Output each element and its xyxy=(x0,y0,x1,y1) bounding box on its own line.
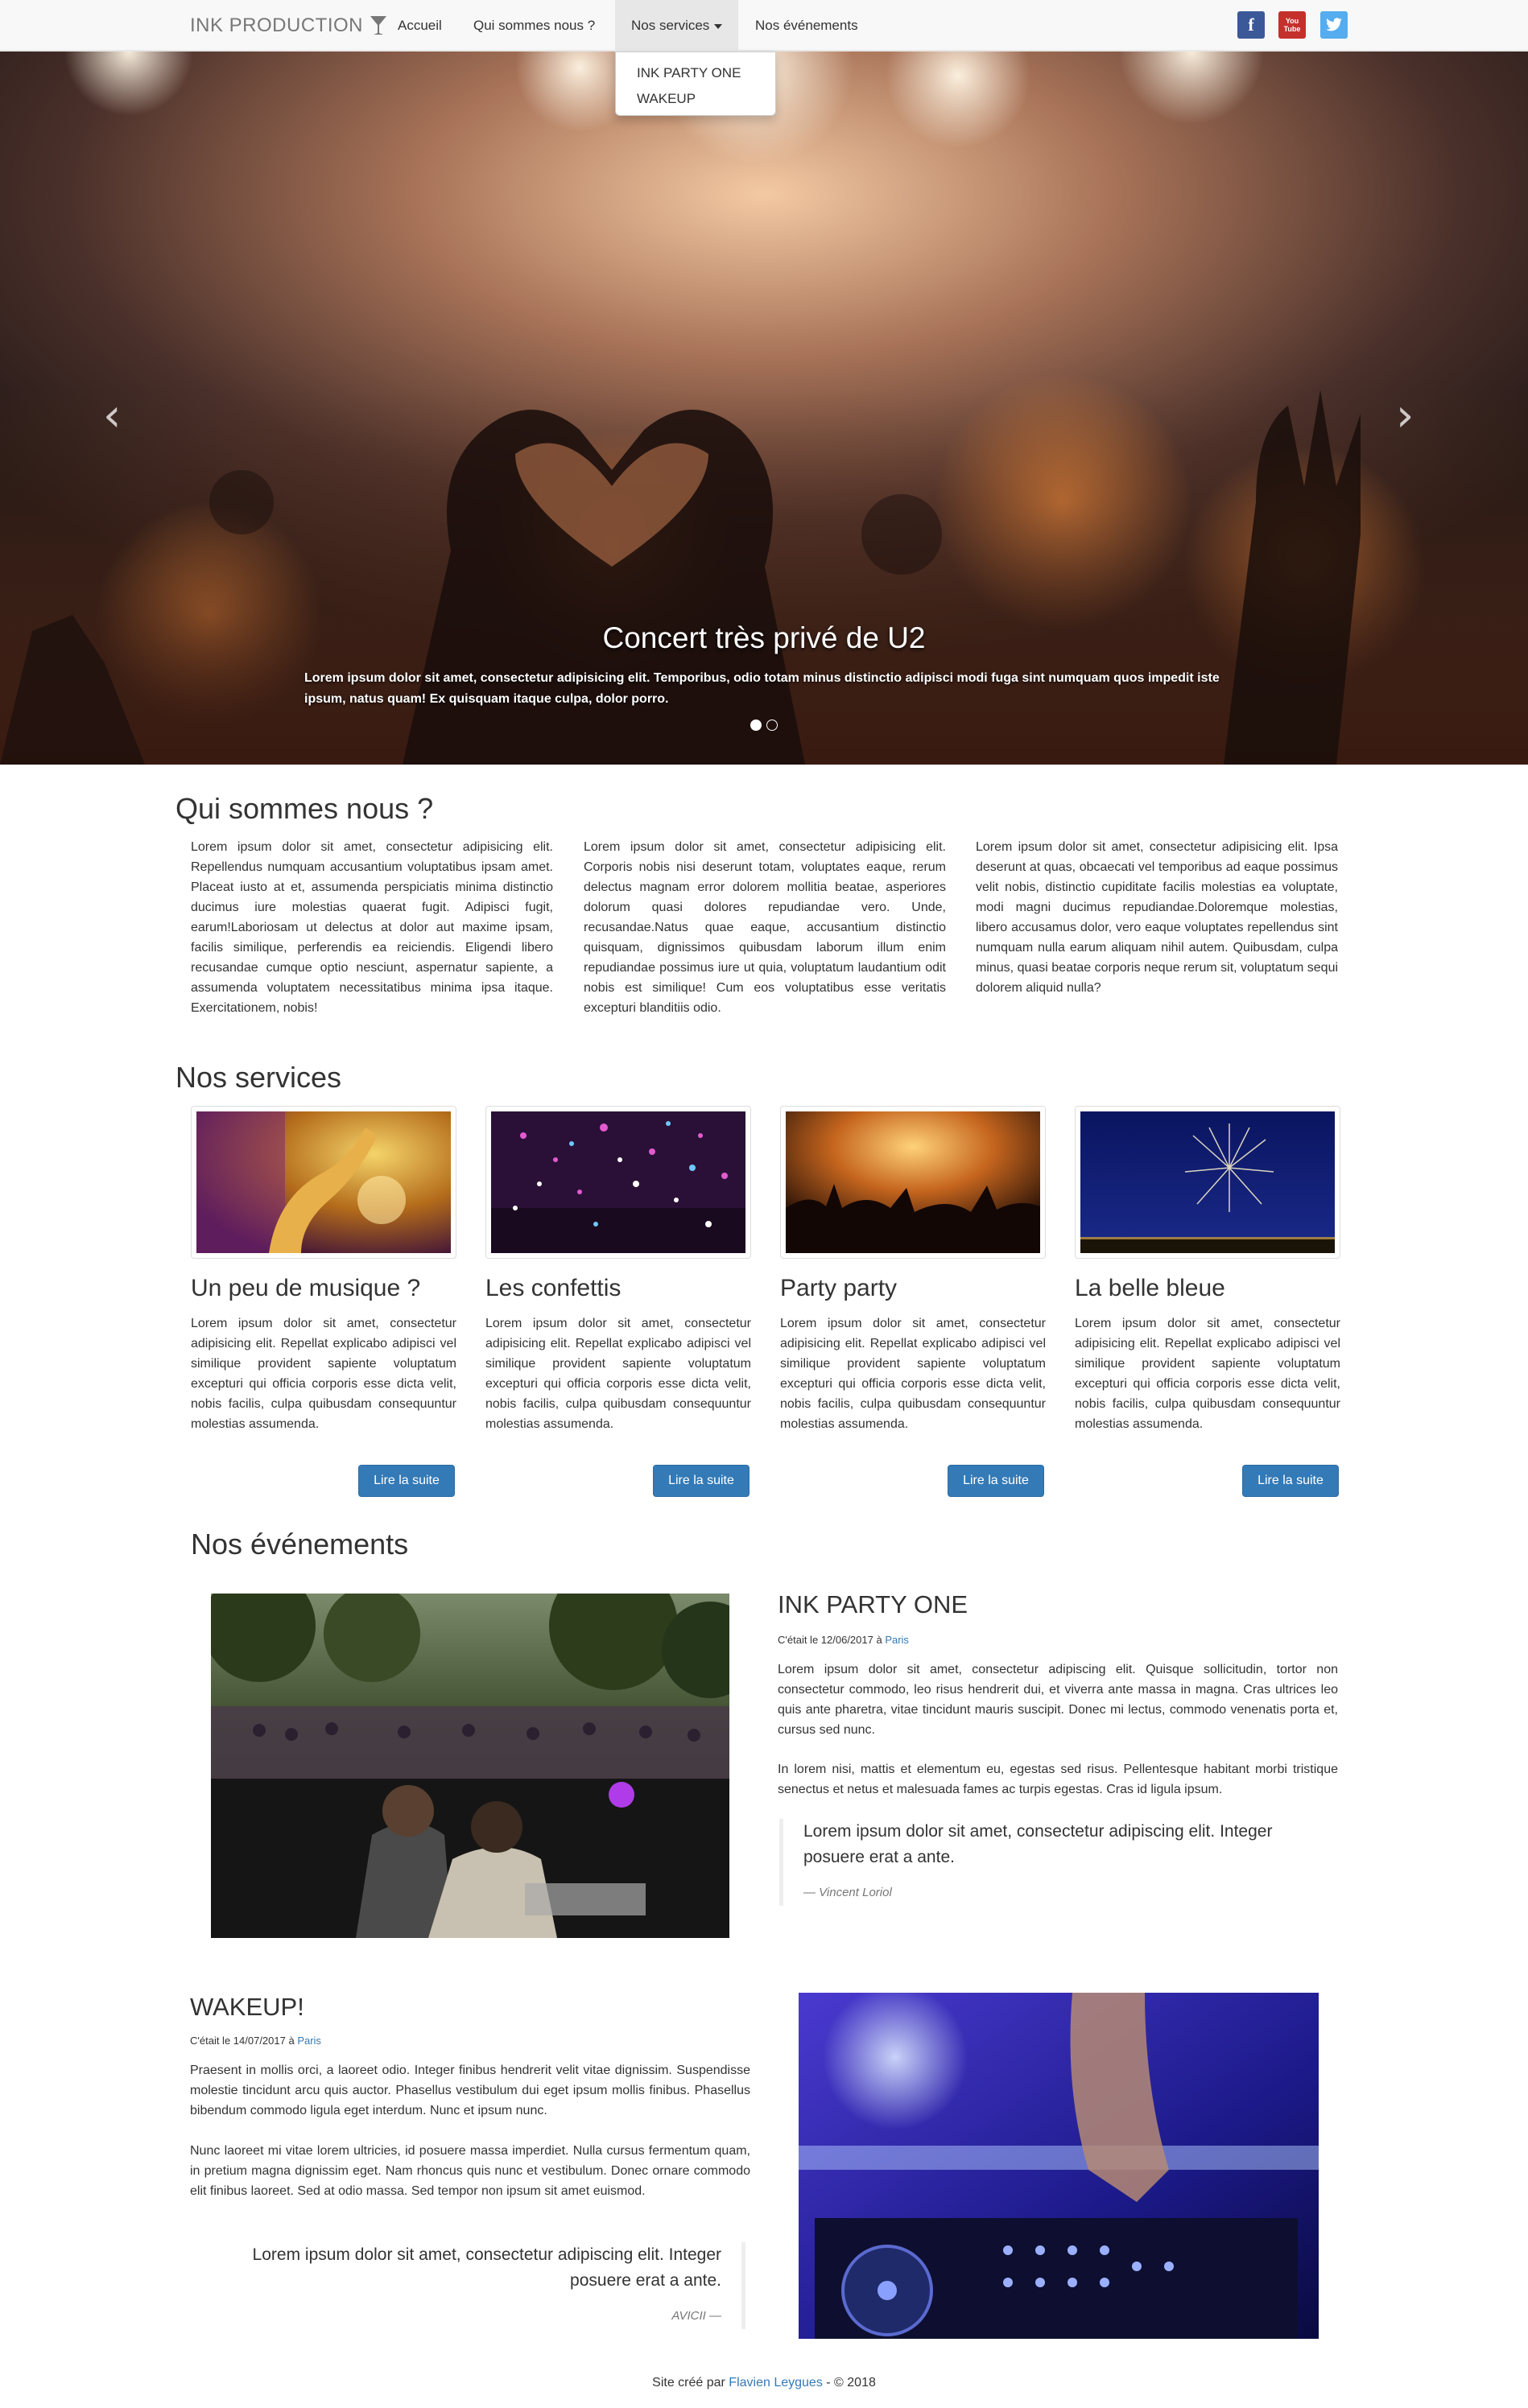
event-date-text: C'était le 14/07/2017 à xyxy=(190,2035,298,2047)
read-more-button-confettis[interactable]: Lire la suite xyxy=(653,1465,750,1497)
fireworks-image xyxy=(1080,1111,1335,1253)
saxophone-image xyxy=(196,1111,451,1253)
read-more-button-party[interactable]: Lire la suite xyxy=(948,1465,1044,1497)
facebook-icon[interactable]: f xyxy=(1237,11,1265,39)
service-title-confettis: Les confettis xyxy=(485,1275,622,1301)
services-dropdown-menu: INK PARTY ONE WAKEUP xyxy=(615,52,776,116)
event-paragraph-2: In lorem nisi, mattis et elementum eu, e… xyxy=(778,1763,1338,1796)
events-title: Nos événements xyxy=(191,1528,409,1561)
event-place-link[interactable]: Paris xyxy=(885,1634,909,1646)
nav-nos-services[interactable]: Nos services xyxy=(615,0,739,52)
footer-author-link[interactable]: Flavien Leygues xyxy=(729,2376,823,2389)
event-date-ink-party-one: C'était le 12/06/2017 à Paris xyxy=(778,1634,909,1646)
nav-nos-evenements[interactable]: Nos événements xyxy=(739,0,874,52)
service-thumbnail-party xyxy=(780,1106,1046,1259)
service-text-belle-bleue: Lorem ipsum dolor sit amet, consectetur … xyxy=(1075,1317,1340,1431)
event-title-wakeup: WAKEUP! xyxy=(190,1993,304,2021)
wakeup-dj-image xyxy=(799,1993,1319,2339)
event-paragraph-1: Lorem ipsum dolor sit amet, consectetur … xyxy=(778,1663,1338,1737)
about-column-2: Lorem ipsum dolor sit amet, consectetur … xyxy=(584,840,946,1015)
twitter-bird-icon xyxy=(1326,18,1342,31)
service-title-belle-bleue: La belle bleue xyxy=(1075,1275,1225,1301)
service-thumbnail-musique xyxy=(191,1106,456,1259)
quote-text: Lorem ipsum dolor sit amet, consectetur … xyxy=(252,2245,721,2290)
navbar: INK PRODUCTION Accueil Qui sommes nous ?… xyxy=(0,0,1528,52)
nav-qui-sommes-nous[interactable]: Qui sommes nous ? xyxy=(457,0,611,52)
carousel-indicator-2[interactable] xyxy=(766,720,778,731)
party-crowd-image xyxy=(786,1111,1040,1253)
event-date-text: C'était le 12/06/2017 à xyxy=(778,1634,886,1646)
caret-down-icon xyxy=(714,23,723,29)
event-date-wakeup: C'était le 14/07/2017 à Paris xyxy=(190,2035,321,2047)
dropdown-item-ink-party-one[interactable]: INK PARTY ONE xyxy=(616,60,775,86)
carousel-caption-text: Lorem ipsum dolor sit amet, consectetur … xyxy=(304,671,1220,706)
nav-accueil[interactable]: Accueil xyxy=(382,0,458,52)
quote-author: — Vincent Loriol xyxy=(803,1886,892,1899)
ink-party-one-image xyxy=(211,1594,729,1938)
event-paragraph-2: Nunc laoreet mi vitae lorem ultricies, i… xyxy=(190,2144,750,2198)
event-place-link[interactable]: Paris xyxy=(297,2035,321,2047)
carousel-indicators xyxy=(750,720,778,731)
about-title: Qui sommes nous ? xyxy=(176,792,434,825)
read-more-button-musique[interactable]: Lire la suite xyxy=(358,1465,455,1497)
event-title-ink-party-one: INK PARTY ONE xyxy=(778,1590,968,1618)
service-title-party: Party party xyxy=(780,1275,898,1301)
about-column-3: Lorem ipsum dolor sit amet, consectetur … xyxy=(976,840,1339,995)
event-quote-wakeup: Lorem ipsum dolor sit amet, consectetur … xyxy=(190,2242,745,2329)
footer-prefix: Site créé par xyxy=(652,2376,729,2389)
quote-text: Lorem ipsum dolor sit amet, consectetur … xyxy=(803,1822,1273,1866)
carousel-next-icon[interactable]: › xyxy=(1396,390,1414,442)
service-thumbnail-belle-bleue xyxy=(1075,1106,1340,1259)
youtube-icon[interactable]: You Tube xyxy=(1278,11,1306,39)
read-more-button-belle-bleue[interactable]: Lire la suite xyxy=(1242,1465,1339,1497)
footer: Site créé par Flavien Leygues - © 2018 xyxy=(0,2376,1528,2390)
service-text-party: Lorem ipsum dolor sit amet, consectetur … xyxy=(780,1317,1046,1431)
service-text-musique: Lorem ipsum dolor sit amet, consectetur … xyxy=(191,1317,456,1431)
service-text-confettis: Lorem ipsum dolor sit amet, consectetur … xyxy=(485,1317,751,1431)
carousel-indicator-1[interactable] xyxy=(750,720,762,731)
event-paragraph-1: Praesent in mollis orci, a laoreet odio.… xyxy=(190,2064,750,2117)
quote-author: AVICII — xyxy=(671,2309,721,2323)
carousel-prev-icon[interactable]: ‹ xyxy=(103,390,121,442)
brand-name[interactable]: INK PRODUCTION xyxy=(190,14,363,37)
service-title-musique: Un peu de musique ? xyxy=(191,1275,421,1301)
event-quote-ink-party-one: Lorem ipsum dolor sit amet, consectetur … xyxy=(779,1819,1335,1906)
confetti-image xyxy=(491,1111,745,1253)
hero-carousel: ‹ › Concert très privé de U2 Lorem ipsum… xyxy=(0,52,1528,765)
carousel-caption-title: Concert très privé de U2 xyxy=(602,621,926,654)
service-thumbnail-confettis xyxy=(485,1106,751,1259)
dropdown-item-wakeup[interactable]: WAKEUP xyxy=(616,86,775,112)
footer-suffix: - © 2018 xyxy=(822,2376,876,2389)
twitter-icon[interactable] xyxy=(1320,11,1348,39)
brand[interactable]: INK PRODUCTION xyxy=(190,14,387,37)
about-column-1: Lorem ipsum dolor sit amet, consectetur … xyxy=(191,840,553,1015)
services-title: Nos services xyxy=(176,1061,342,1094)
nav-nos-services-label[interactable]: Nos services xyxy=(631,18,709,33)
concert-hero-image xyxy=(0,52,1528,765)
